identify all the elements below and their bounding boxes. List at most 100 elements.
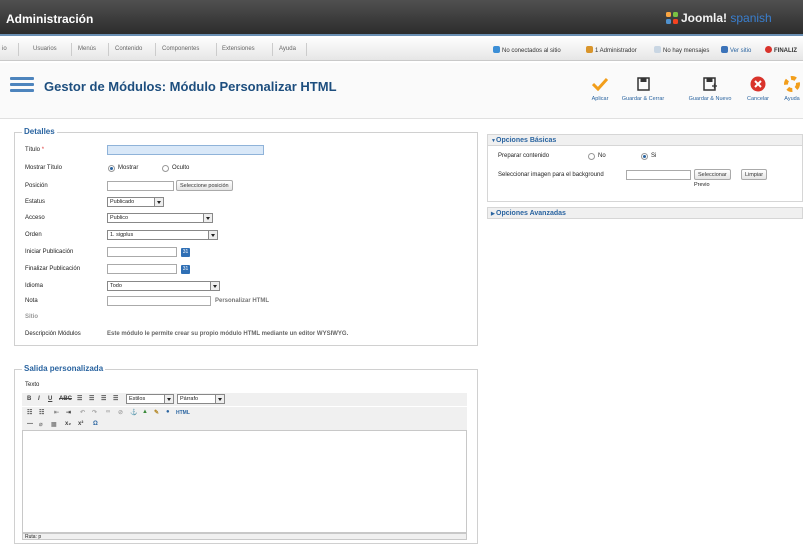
view-site-text: Ver sitio (730, 48, 752, 54)
show-title-radio-hide[interactable] (162, 165, 169, 172)
joomla-logo-icon (666, 12, 678, 24)
bullet-list-icon[interactable]: ☷ (27, 409, 32, 416)
align-left-icon[interactable]: ☰ (77, 395, 82, 402)
status-messages[interactable]: No hay mensajes (654, 46, 709, 54)
link-icon[interactable]: ∞ (106, 409, 110, 415)
language-select-value: Todo (110, 283, 122, 289)
required-marker: * (41, 147, 45, 153)
joomla-logo-text: Joomla! spanish (681, 11, 772, 25)
align-right-icon[interactable]: ☰ (101, 395, 106, 402)
cleanup-icon[interactable]: ✎ (154, 409, 159, 416)
basic-options-header[interactable]: ▼ Opciones Básicas (487, 134, 803, 146)
apply-button[interactable]: Aplicar (588, 75, 612, 102)
position-input[interactable] (107, 181, 174, 191)
logo-name: Joomla! (681, 11, 728, 25)
logout-icon (765, 46, 772, 53)
outdent-icon[interactable]: ⇤ (54, 409, 59, 416)
menu-divider (155, 43, 156, 56)
help-button[interactable]: Ayuda (780, 75, 803, 102)
menu-item-menus[interactable]: Menús (78, 46, 96, 52)
bold-icon[interactable]: B (27, 396, 31, 402)
title-input[interactable] (107, 145, 264, 155)
advanced-options-header[interactable]: ▶ Opciones Avanzadas (487, 207, 803, 219)
horizontal-rule-icon[interactable]: — (27, 421, 33, 427)
advanced-options-title: Opciones Avanzadas (496, 210, 566, 217)
menu-divider (71, 43, 72, 56)
special-char-icon[interactable]: Ω (93, 421, 98, 427)
unlink-icon[interactable]: ⊘ (118, 409, 123, 416)
select-image-button[interactable]: Seleccionar (694, 169, 731, 180)
chevron-down-icon (203, 214, 212, 222)
yes-option-label: Si (651, 153, 657, 159)
main-menu-bar: io Usuarios Menús Contenido Componentes … (0, 38, 803, 61)
menu-item-components[interactable]: Componentes (162, 46, 199, 52)
redo-icon[interactable]: ↷ (92, 409, 97, 416)
details-legend: Detalles (22, 127, 57, 136)
hide-option-label: Oculto (172, 165, 190, 171)
styles-select-value: Estilos (129, 396, 146, 402)
numbered-list-icon[interactable]: ☷ (39, 409, 44, 416)
menu-divider (18, 43, 19, 56)
editor-content-area[interactable] (22, 430, 467, 533)
apply-label: Aplicar (591, 96, 609, 102)
save-new-button[interactable]: Guardar & Nuevo (682, 75, 738, 102)
logout-link[interactable]: FINALIZ (765, 46, 797, 54)
subscript-icon[interactable]: x₂ (65, 421, 71, 427)
status-select[interactable]: Publicado (107, 197, 164, 207)
menu-item-site[interactable]: io (2, 46, 7, 52)
remove-format-icon[interactable]: ⌀ (39, 421, 43, 428)
format-select[interactable]: Párrafo (177, 394, 225, 404)
html-source-icon[interactable]: HTML (176, 410, 190, 416)
help-editor-icon[interactable]: ● (166, 409, 170, 415)
position-label: Posición (25, 183, 48, 189)
undo-icon[interactable]: ↶ (80, 409, 85, 416)
image-icon[interactable]: ▲ (142, 409, 148, 415)
save-icon (636, 77, 650, 91)
basic-options-title: Opciones Básicas (496, 137, 557, 144)
menu-item-content[interactable]: Contenido (115, 46, 142, 52)
users-icon (493, 46, 500, 53)
order-select[interactable]: 1. sigplus (107, 230, 218, 240)
no-option-label: No (598, 153, 606, 159)
select-position-button[interactable]: Seleccione posición (176, 180, 233, 191)
check-icon (592, 77, 608, 91)
finish-publish-input[interactable] (107, 264, 177, 274)
anchor-icon[interactable]: ⚓ (130, 409, 137, 416)
prepare-radio-yes[interactable] (641, 153, 648, 160)
align-center-icon[interactable]: ☰ (89, 395, 94, 402)
status-admins-text: 1 Administrador (595, 48, 637, 54)
strikethrough-icon[interactable]: ABC (59, 396, 72, 402)
prepare-radio-no[interactable] (588, 153, 595, 160)
page-header: Gestor de Módulos: Módulo Personalizar H… (0, 63, 803, 119)
access-select[interactable]: Publico (107, 213, 213, 223)
chevron-down-icon: ▼ (491, 138, 496, 144)
order-select-value: 1. sigplus (110, 232, 134, 238)
menu-item-users[interactable]: Usuarios (33, 46, 57, 52)
clear-image-button[interactable]: Limpiar (741, 169, 768, 180)
mail-icon (654, 46, 661, 53)
background-image-input[interactable] (626, 170, 691, 180)
italic-icon[interactable]: I (38, 396, 40, 402)
show-title-radio-show[interactable] (108, 165, 115, 172)
note-input[interactable] (107, 296, 211, 306)
start-publish-input[interactable] (107, 247, 177, 257)
menu-item-extensions[interactable]: Extensiones (222, 46, 255, 52)
styles-select[interactable]: Estilos (126, 394, 174, 404)
align-justify-icon[interactable]: ☰ (113, 395, 118, 402)
cancel-label: Cancelar (746, 96, 769, 102)
indent-icon[interactable]: ⇥ (66, 409, 71, 416)
cancel-button[interactable]: Cancelar (743, 75, 773, 102)
superscript-icon[interactable]: x² (78, 421, 83, 427)
menu-item-help[interactable]: Ayuda (279, 46, 296, 52)
save-close-button[interactable]: Guardar & Cerrar (618, 75, 668, 102)
chevron-down-icon (215, 395, 224, 403)
view-site-link[interactable]: Ver sitio (721, 46, 751, 54)
calendar-icon[interactable]: 31 (181, 248, 190, 257)
title-label: Título * (25, 147, 44, 153)
language-select[interactable]: Todo (107, 281, 220, 291)
calendar-icon[interactable]: 31 (181, 265, 190, 274)
page-title: Gestor de Módulos: Módulo Personalizar H… (44, 79, 337, 94)
underline-icon[interactable]: U (48, 396, 52, 402)
visual-aid-icon[interactable]: ▦ (51, 421, 57, 428)
menu-divider (108, 43, 109, 56)
